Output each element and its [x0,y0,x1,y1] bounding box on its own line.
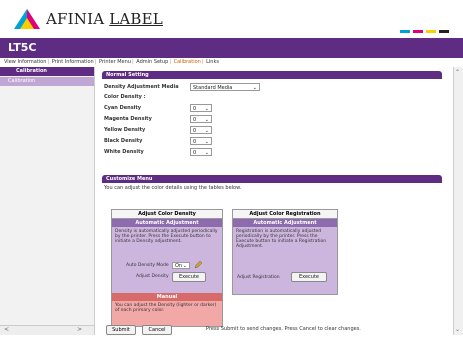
cmyk-color-bar [400,30,449,33]
registration-auto-heading: Automatic Adjustment [233,219,337,227]
chevron-down-icon: ⌄ [204,117,209,123]
density-auto-heading: Automatic Adjustment [112,219,222,227]
chevron-down-icon: ⌄ [252,85,257,91]
top-nav: View Information| Print Information| Pri… [4,59,219,65]
scroll-right-icon[interactable]: > [77,326,82,333]
cyan-density-label: Cyan Density [104,105,142,111]
media-label: Density Adjustment Media [104,84,179,90]
density-panel: Adjust Color Density Automatic Adjustmen… [111,209,223,327]
vertical-scrollbar[interactable]: ⌃ ⌄ [453,67,463,335]
color-density-label: Color Density : [104,94,146,100]
yellow-density-select[interactable]: 0 ⌄ [190,126,212,134]
customize-note: You can adjust the color details using t… [104,185,242,191]
sidebar-horizontal-scrollbar[interactable]: < > [0,325,94,335]
registration-auto-box: Automatic Adjustment Registration is aut… [233,219,337,294]
brand-name: AFINIA LABEL [46,10,163,28]
pencil-icon[interactable] [194,261,202,269]
registration-auto-text: Registration is automatically adjusted p… [236,229,327,249]
cancel-button[interactable]: Cancel [142,325,172,335]
density-panel-title: Adjust Color Density [112,210,222,219]
density-auto-text: Density is automatically adjusted period… [115,229,218,244]
main-content: Normal Setting Density Adjustment Media … [96,67,452,335]
magenta-density-select[interactable]: 0 ⌄ [190,115,212,123]
white-density-select[interactable]: 0 ⌄ [190,148,212,156]
nav-admin-setup[interactable]: Admin Setup [136,59,168,65]
yellow-density-label: Yellow Density [104,127,146,133]
adjust-density-label: Adjust Density [136,274,169,279]
brand-logo: AFINIA LABEL [14,6,163,32]
nav-view-information[interactable]: View Information [4,59,46,65]
density-auto-box: Automatic Adjustment Density is automati… [112,219,222,293]
media-select[interactable]: Standard Media ⌄ [190,83,260,91]
scroll-left-icon[interactable]: < [4,326,9,333]
sidebar: Calibration Calibration < > [0,67,95,335]
normal-setting-heading: Normal Setting [102,71,442,79]
manual-heading: Manual [112,293,222,301]
sidebar-heading: Calibration [0,67,94,76]
chevron-down-icon: ⌄ [204,128,209,134]
nav-links[interactable]: Links [206,59,219,65]
chevron-down-icon: ⌄ [204,139,209,145]
auto-density-mode-label: Auto Density Mode [126,263,169,268]
black-density-label: Black Density [104,138,143,144]
submit-button[interactable]: Submit [106,325,136,335]
chevron-down-icon: ⌄ [204,150,209,156]
manual-box: Manual You can adjust the Density (light… [112,293,222,326]
registration-panel-title: Adjust Color Registration [233,210,337,219]
white-density-label: White Density [104,149,144,155]
nav-print-information[interactable]: Print Information [52,59,94,65]
cyan-density-select[interactable]: 0 ⌄ [190,104,212,112]
footer-bar: Submit Cancel Press Submit to send chang… [96,325,452,343]
title-bar: LT5C [0,38,463,58]
magenta-density-label: Magenta Density [104,116,152,122]
registration-execute-button[interactable]: Execute [291,272,327,282]
adjust-registration-label: Adjust Registration [237,275,280,280]
customize-menu-heading: Customize Menu [102,175,442,183]
scroll-up-icon[interactable]: ⌃ [455,69,460,76]
nav-calibration[interactable]: Calibration [174,59,201,65]
nav-printer-menu[interactable]: Printer Menu [99,59,131,65]
chevron-down-icon: ⌄ [182,263,187,269]
footer-message: Press Submit to send changes. Press Canc… [206,326,361,332]
black-density-select[interactable]: 0 ⌄ [190,137,212,145]
scroll-down-icon[interactable]: ⌄ [455,326,460,333]
chevron-down-icon: ⌄ [204,106,209,112]
app-title: LT5C [8,41,37,54]
logo-triangle-icon [14,9,40,29]
manual-text: You can adjust the Density (lighter or d… [115,303,217,313]
auto-density-mode-select[interactable]: On ⌄ [172,262,190,269]
registration-panel: Adjust Color Registration Automatic Adju… [232,209,338,295]
sidebar-item-calibration[interactable]: Calibration [0,77,94,86]
density-execute-button[interactable]: Execute [172,272,206,282]
